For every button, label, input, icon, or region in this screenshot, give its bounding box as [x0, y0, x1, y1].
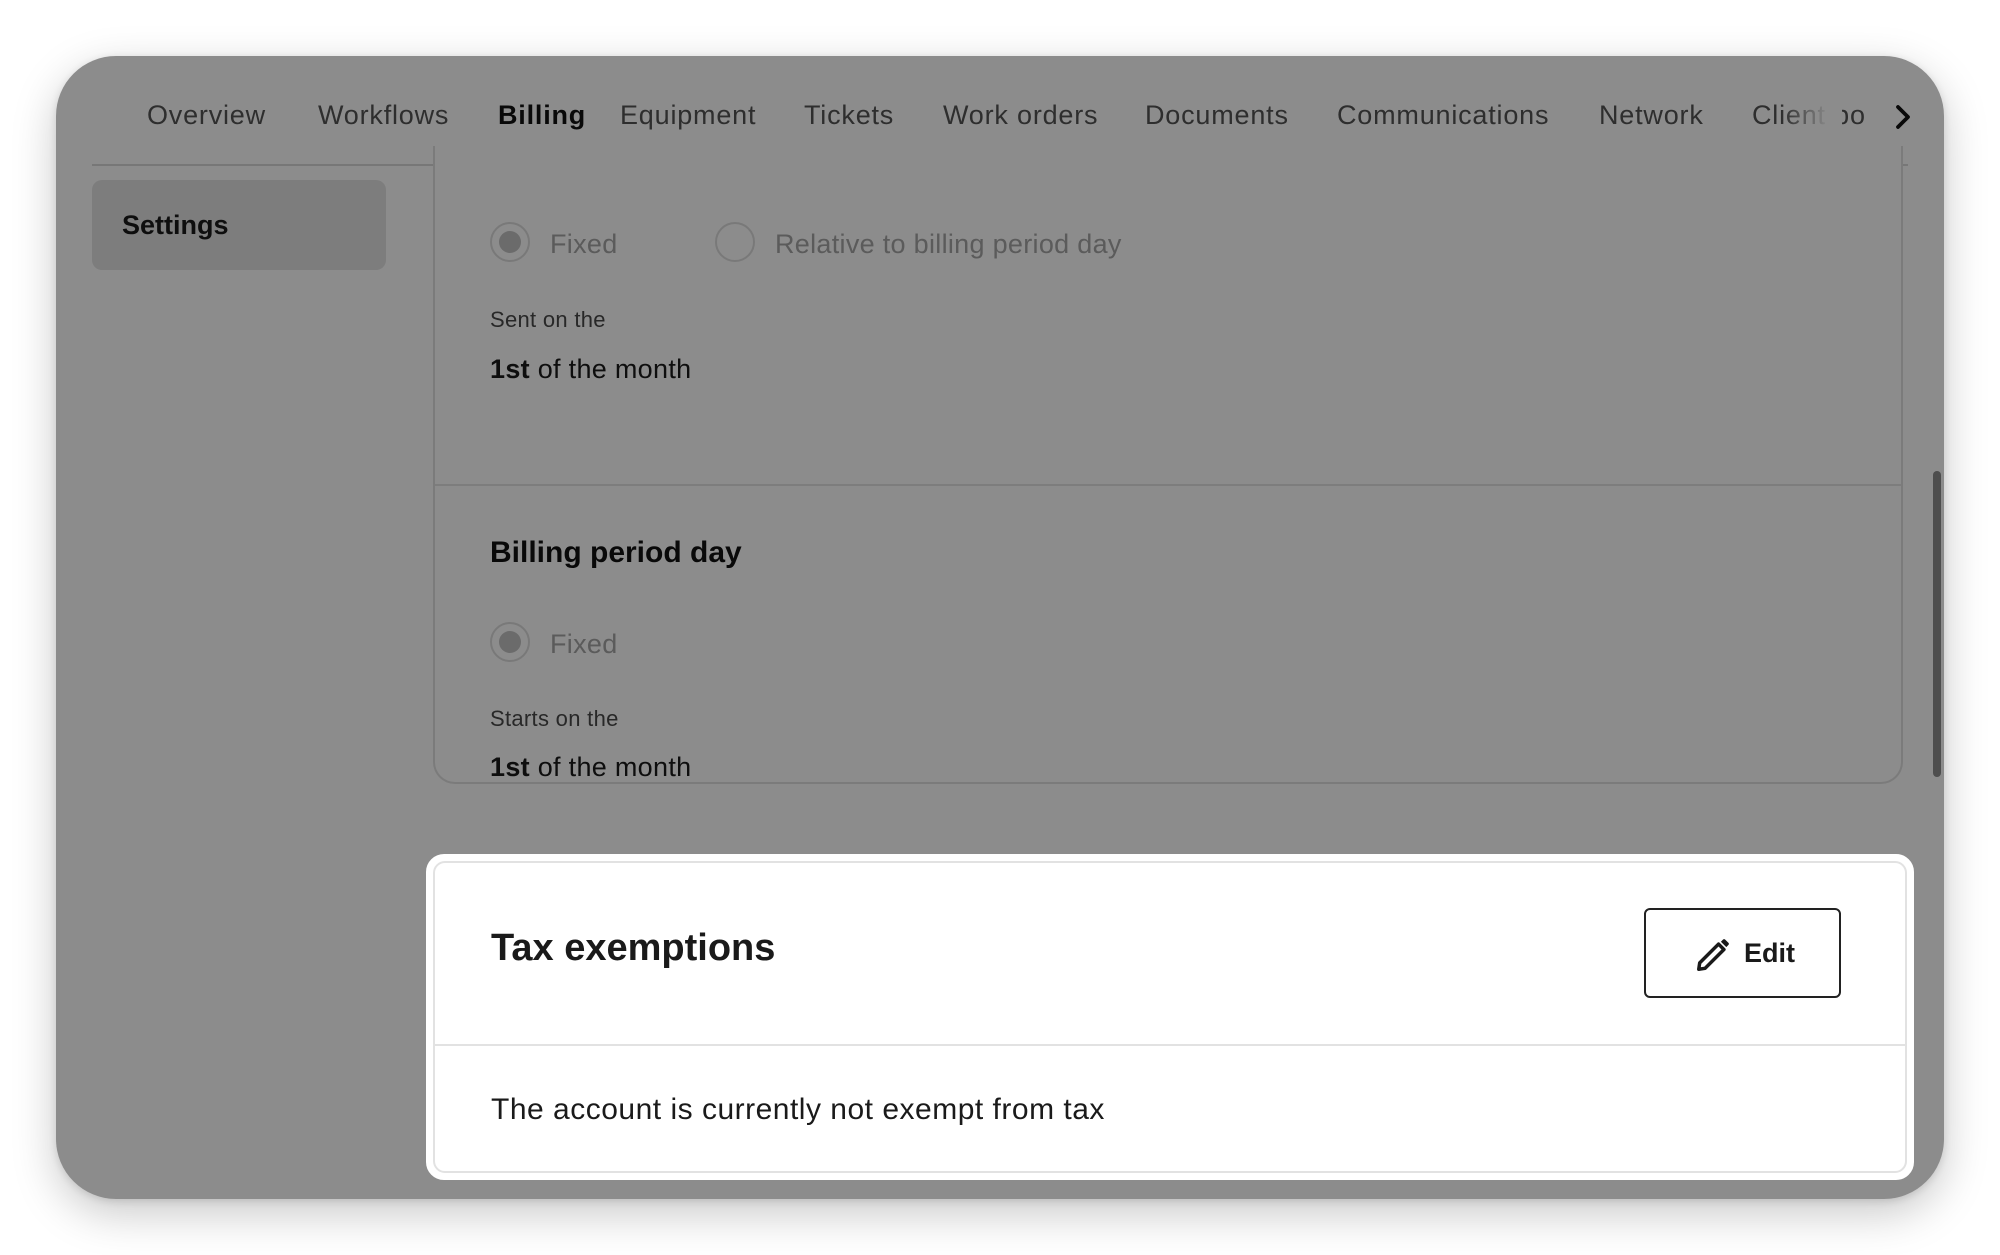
tab-overview[interactable]: Overview: [147, 100, 266, 131]
app-window: Overview Workflows Billing Equipment Tic…: [56, 56, 1944, 1199]
radio-fixed-send-day[interactable]: [490, 222, 530, 262]
tax-exemptions-title: Tax exemptions: [491, 927, 776, 969]
sidebar-item-settings[interactable]: Settings: [92, 180, 386, 270]
section-divider: [435, 484, 1901, 486]
tab-documents[interactable]: Documents: [1145, 100, 1289, 131]
radio-fixed-period-day[interactable]: [490, 622, 530, 662]
tax-exemptions-card: Tax exemptions Edit The account is curre…: [426, 854, 1914, 1180]
pencil-icon: [1697, 939, 1729, 971]
send-day-value: 1st of the month: [490, 354, 692, 384]
tax-exemption-status: The account is currently not exempt from…: [491, 1093, 1105, 1126]
scrollbar-thumb[interactable]: [1933, 471, 1941, 777]
billing-schedule-card: Fixed Relative to billing period day Sen…: [433, 146, 1903, 784]
radio-label: Fixed: [550, 629, 618, 659]
tab-tickets[interactable]: Tickets: [804, 100, 894, 131]
sidebar-item-label: Settings: [122, 210, 229, 240]
tab-network[interactable]: Network: [1599, 100, 1704, 131]
tab-workflows[interactable]: Workflows: [318, 100, 449, 131]
period-day-value: 1st of the month: [490, 752, 692, 782]
radio-relative-send-day[interactable]: [715, 222, 755, 262]
radio-label: Fixed: [550, 229, 618, 259]
send-day-label: Sent on the: [490, 307, 606, 332]
tax-exemptions-card-border: Tax exemptions Edit The account is curre…: [433, 861, 1907, 1173]
period-day-label: Starts on the: [490, 706, 619, 731]
tab-communications[interactable]: Communications: [1337, 100, 1549, 131]
radio-label: Relative to billing period day: [775, 229, 1122, 259]
edit-button[interactable]: Edit: [1644, 908, 1841, 998]
chevron-right-icon[interactable]: [1888, 102, 1918, 132]
tab-billing[interactable]: Billing: [498, 100, 586, 131]
edit-button-label: Edit: [1744, 938, 1795, 968]
tax-card-divider: [435, 1044, 1905, 1046]
tab-work-orders[interactable]: Work orders: [943, 100, 1098, 131]
billing-period-day-heading: Billing period day: [490, 536, 742, 569]
tab-equipment[interactable]: Equipment: [620, 100, 756, 131]
